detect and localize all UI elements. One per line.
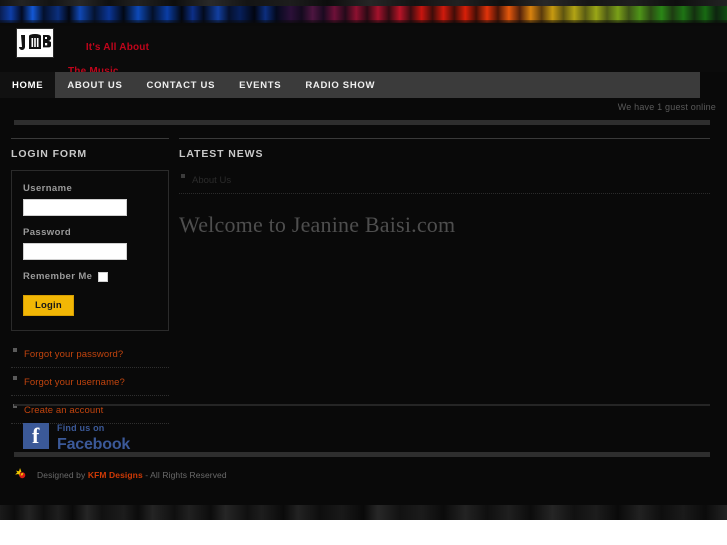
nav-item-events-label: EVENTS bbox=[239, 79, 282, 91]
nav-item-events[interactable]: EVENTS bbox=[227, 72, 293, 98]
header-divider bbox=[14, 120, 710, 125]
site-header: It's All About The Music bbox=[0, 26, 727, 77]
page-title: Welcome to Jeanine Baisi.com bbox=[179, 212, 456, 237]
news-item-about-us[interactable]: About Us bbox=[192, 175, 231, 186]
remember-me-checkbox[interactable] bbox=[98, 271, 109, 282]
kfm-designs-link[interactable]: KFM Designs bbox=[88, 470, 143, 480]
facebook-badge[interactable]: Find us on Facebook bbox=[23, 418, 153, 454]
sidebar: LOGIN FORM Username Password Remember Me… bbox=[11, 138, 169, 428]
site-shell: It's All About The Music HOME ABOUT US C… bbox=[0, 0, 727, 520]
nav-item-about-us-label: ABOUT US bbox=[67, 79, 123, 91]
footer-credit: Designed by KFM Designs - All Rights Res… bbox=[37, 470, 227, 480]
nav-item-contact-us[interactable]: CONTACT US bbox=[135, 72, 228, 98]
footer-divider bbox=[14, 452, 710, 457]
nav-item-home[interactable]: HOME bbox=[0, 72, 56, 98]
guest-count-text: We have 1 guest online bbox=[617, 102, 716, 112]
main-navigation: HOME ABOUT US CONTACT US EVENTS RADIO SH… bbox=[0, 72, 700, 98]
facebook-f-icon bbox=[23, 423, 49, 449]
footer-credit-prefix: Designed by bbox=[37, 470, 88, 480]
latest-news-list: About Us bbox=[179, 170, 710, 194]
list-item: Forgot your password? bbox=[11, 344, 169, 368]
login-form: Username Password Remember Me Login bbox=[11, 170, 169, 331]
social-section: Find us on Facebook bbox=[14, 404, 710, 454]
nav-item-home-label: HOME bbox=[12, 79, 44, 91]
footer-credit-suffix: - All Rights Reserved bbox=[142, 470, 227, 480]
guest-status-bar: We have 1 guest online bbox=[0, 98, 727, 116]
site-footer: Designed by KFM Designs - All Rights Res… bbox=[14, 468, 710, 482]
login-button[interactable]: Login bbox=[23, 295, 74, 316]
username-input[interactable] bbox=[23, 199, 127, 216]
nav-item-contact-us-label: CONTACT US bbox=[146, 79, 216, 91]
remember-me-label: Remember Me bbox=[23, 271, 93, 282]
forgot-password-link[interactable]: Forgot your password? bbox=[24, 349, 123, 360]
footer-texture-strip bbox=[0, 505, 727, 520]
facebook-wordmark: Facebook bbox=[57, 436, 131, 453]
facebook-find-us-label: Find us on bbox=[57, 423, 105, 433]
page-root: { "site": { "logo_text": "JB", "logo_ico… bbox=[0, 0, 727, 545]
remember-me-row: Remember Me bbox=[23, 271, 157, 282]
content-module-rule bbox=[179, 138, 710, 139]
nav-item-about-us[interactable]: ABOUT US bbox=[55, 72, 134, 98]
username-label: Username bbox=[23, 183, 73, 194]
sidebar-module-rule bbox=[11, 138, 169, 139]
main-content: LATEST NEWS About Us Welcome to Jeanine … bbox=[179, 138, 710, 238]
tagline-line-1: It's All About bbox=[85, 42, 150, 53]
password-label: Password bbox=[23, 227, 72, 238]
spectrum-banner bbox=[0, 0, 727, 26]
list-item: Forgot your username? bbox=[11, 372, 169, 396]
nav-item-radio-show[interactable]: RADIO SHOW bbox=[293, 72, 387, 98]
kfm-logo-icon bbox=[15, 468, 26, 479]
list-item: About Us bbox=[179, 170, 710, 194]
facebook-badge-text: Find us on Facebook bbox=[57, 418, 153, 454]
social-divider bbox=[14, 404, 710, 406]
nav-item-radio-show-label: RADIO SHOW bbox=[305, 79, 376, 91]
forgot-username-link[interactable]: Forgot your username? bbox=[24, 377, 125, 388]
password-input[interactable] bbox=[23, 243, 127, 260]
login-form-title: LOGIN FORM bbox=[11, 148, 88, 160]
latest-news-title: LATEST NEWS bbox=[179, 148, 264, 160]
music-logo-icon bbox=[19, 32, 51, 54]
site-logo[interactable] bbox=[16, 28, 54, 58]
